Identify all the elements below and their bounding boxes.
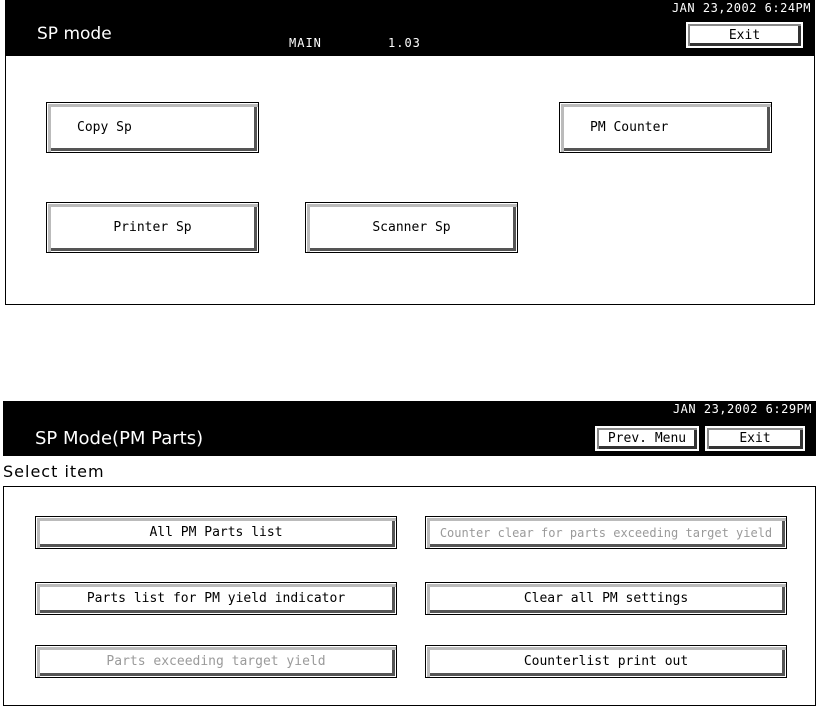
title-bar: SP Mode(PM Parts) Prev. Menu Exit [3,417,816,456]
instruction-row: Select item [3,456,816,486]
screen-title: SP mode [37,24,112,44]
parts-exceeding-target-button[interactable]: Parts exceeding target yield [35,645,397,678]
counter-clear-exceeding-button[interactable]: Counter clear for parts exceeding target… [425,516,787,549]
version-label: 1.03 [388,36,421,50]
parts-list-pm-yield-button[interactable]: Parts list for PM yield indicator [35,582,397,615]
copy-sp-button[interactable]: Copy Sp [46,102,259,153]
all-pm-parts-list-button[interactable]: All PM Parts list [35,516,397,549]
mode-label: MAIN [289,36,322,50]
screen-title: SP Mode(PM Parts) [35,428,204,449]
printer-sp-button[interactable]: Printer Sp [46,202,259,253]
pm-counter-button[interactable]: PM Counter [559,102,772,153]
datetime-display: JAN 23,2002 6:29PM [3,401,816,417]
prev-menu-button[interactable]: Prev. Menu [594,425,700,452]
datetime-display: JAN 23,2002 6:24PM [5,0,815,16]
scanner-sp-button[interactable]: Scanner Sp [305,202,518,253]
menu-area: All PM Parts list Counter clear for part… [3,486,816,706]
select-item-label: Select item [3,462,105,481]
sp-mode-pm-parts-screen: JAN 23,2002 6:29PM SP Mode(PM Parts) Pre… [3,401,816,706]
exit-button[interactable]: Exit [704,425,806,452]
counterlist-print-out-button[interactable]: Counterlist print out [425,645,787,678]
title-bar: SP mode MAIN 1.03 Exit [5,16,815,56]
menu-area: Copy Sp PM Counter Printer Sp Scanner Sp [5,56,815,305]
sp-mode-main-screen: JAN 23,2002 6:24PM SP mode MAIN 1.03 Exi… [5,0,815,305]
exit-button[interactable]: Exit [685,21,804,49]
clear-all-pm-settings-button[interactable]: Clear all PM settings [425,582,787,615]
